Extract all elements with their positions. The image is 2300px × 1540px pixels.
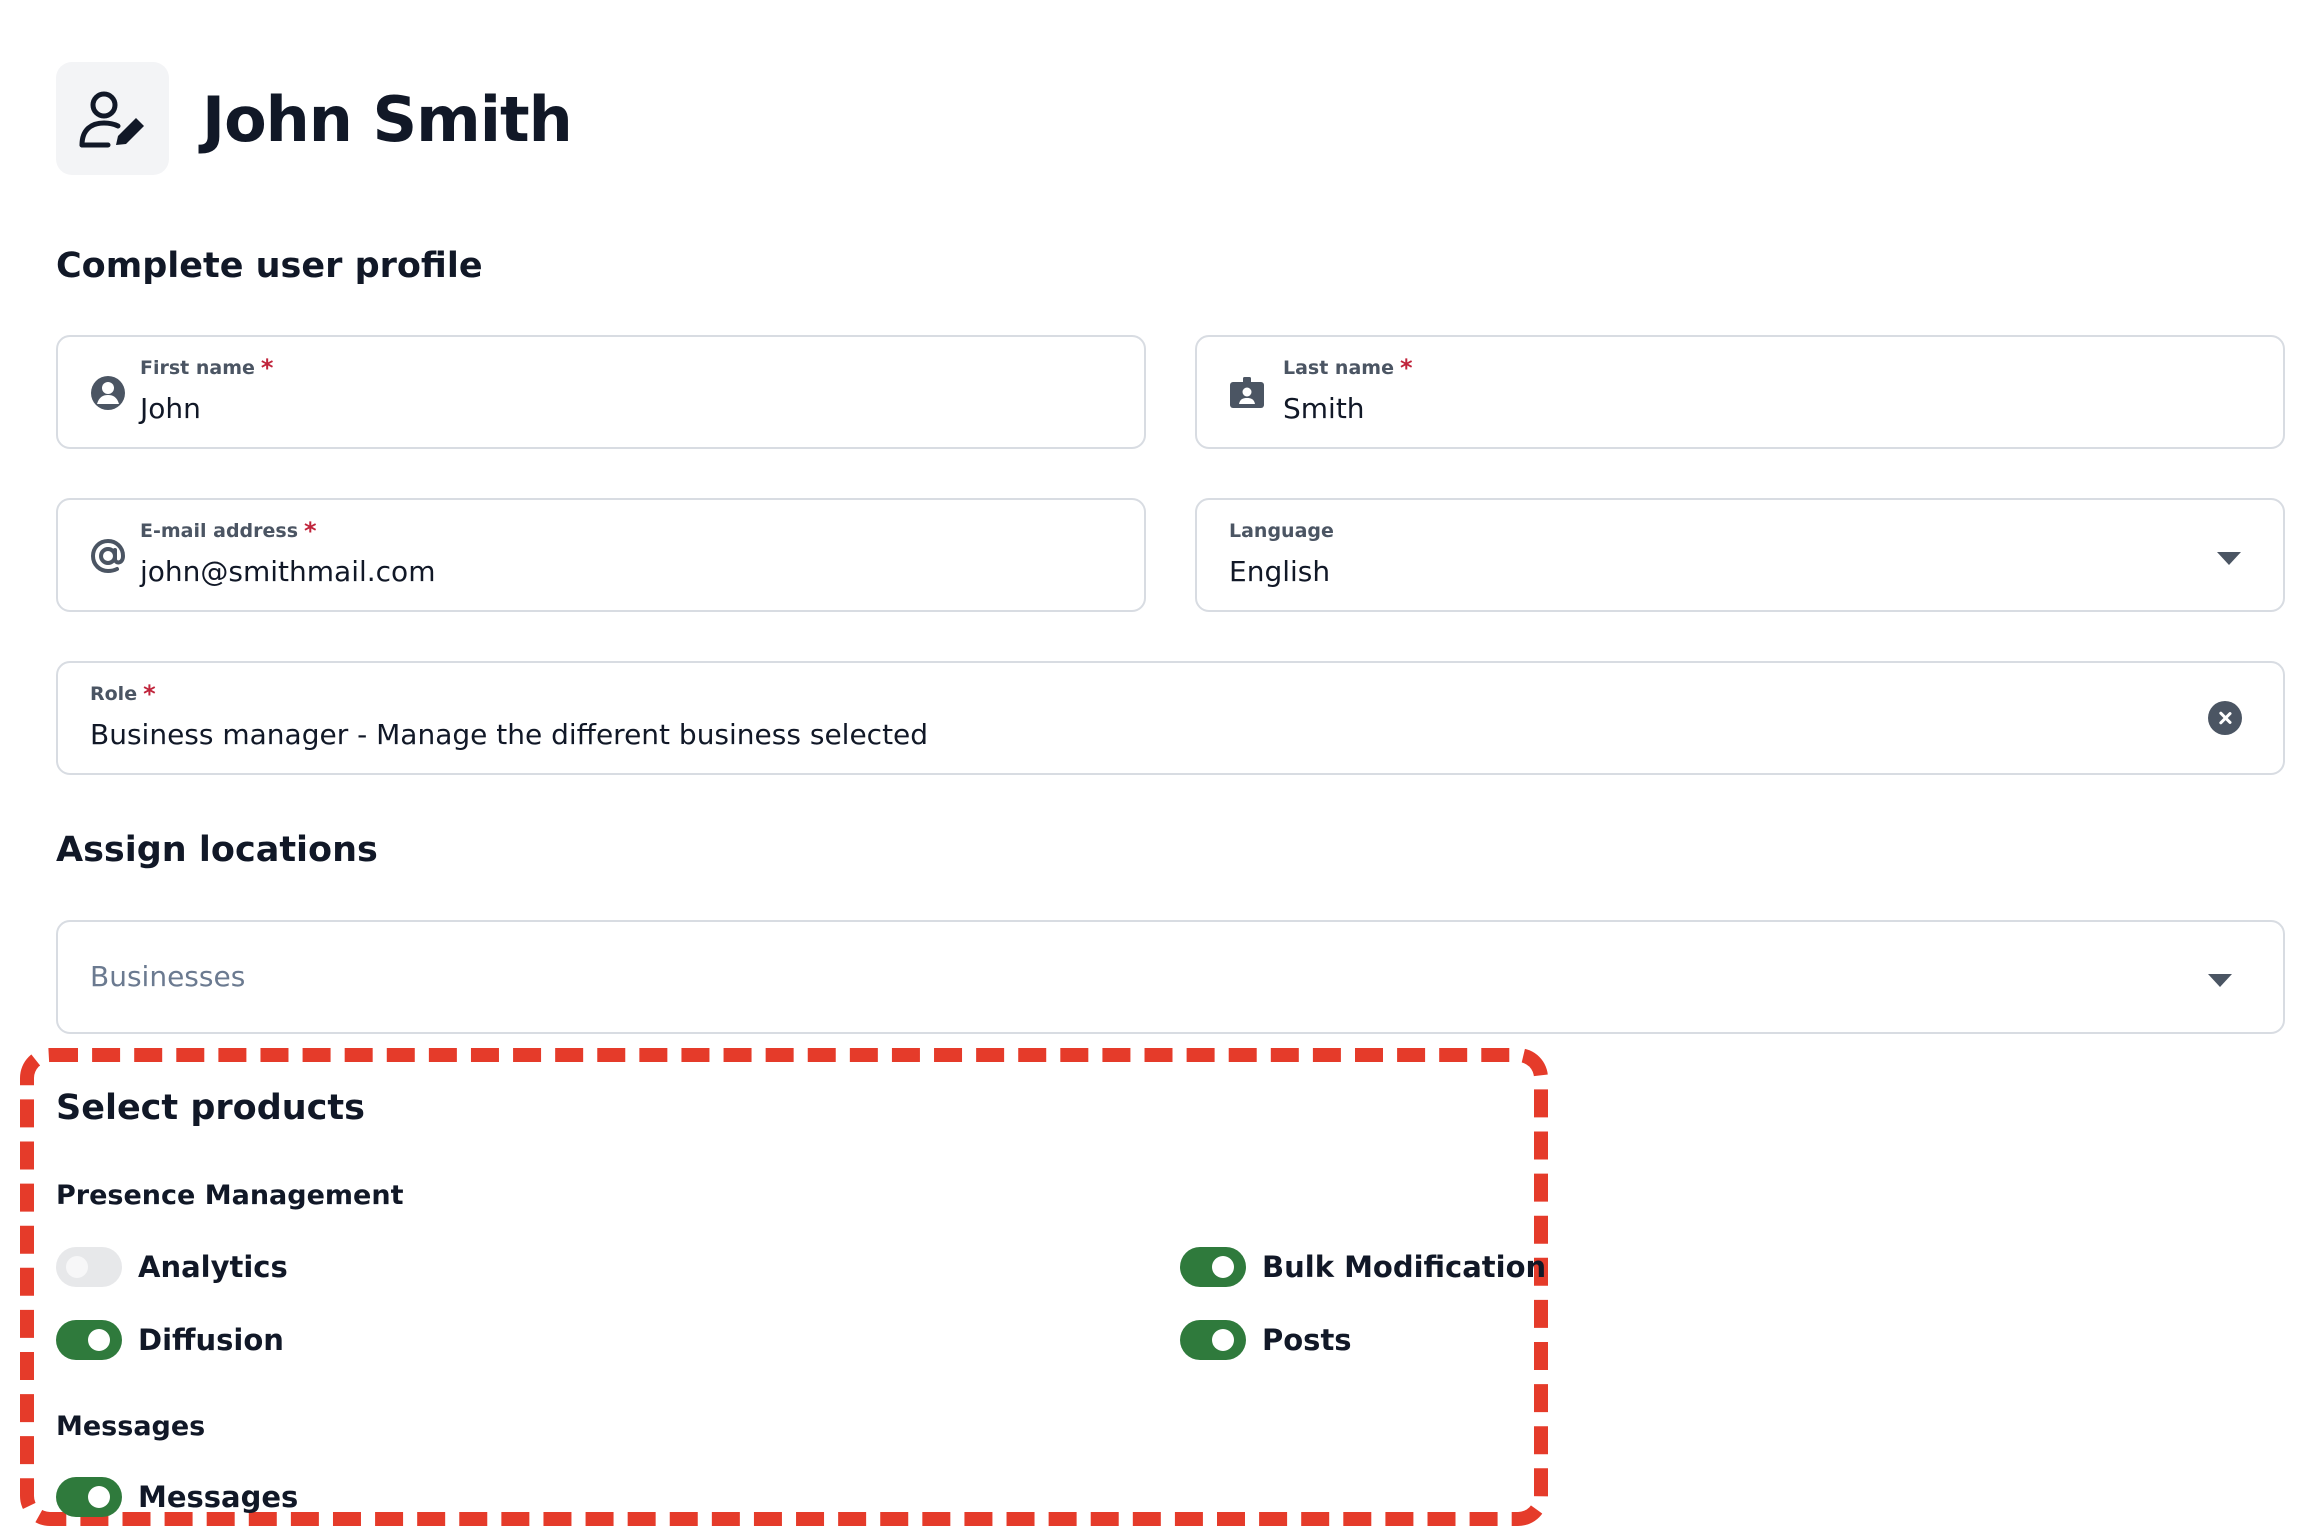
role-value: Business manager - Manage the different … — [90, 718, 929, 751]
clear-icon[interactable] — [2208, 701, 2242, 735]
user-circle-icon — [91, 376, 125, 410]
profile-section-title: Complete user profile — [56, 246, 483, 286]
products-section-title: Select products — [56, 1088, 365, 1128]
first-name-label: First name * — [140, 354, 274, 382]
language-select[interactable]: Language English — [1195, 498, 2285, 612]
last-name-value[interactable]: Smith — [1283, 391, 1365, 427]
toggle-label-diffusion: Diffusion — [138, 1323, 284, 1357]
toggle-label-messages: Messages — [138, 1480, 299, 1514]
businesses-select[interactable]: Businesses — [56, 920, 2285, 1034]
toggle-bulk-modification[interactable] — [1180, 1247, 1246, 1287]
locations-section-title: Assign locations — [56, 830, 378, 870]
toggle-label-analytics: Analytics — [138, 1250, 288, 1284]
toggle-posts[interactable] — [1180, 1320, 1246, 1360]
toggle-analytics[interactable] — [56, 1247, 122, 1287]
group-title-presence: Presence Management — [56, 1180, 404, 1211]
id-badge-icon — [1230, 377, 1264, 408]
required-asterisk: * — [1399, 354, 1413, 382]
user-edit-icon — [79, 91, 144, 147]
toggle-knob — [88, 1329, 110, 1351]
group-title-messages: Messages — [56, 1411, 206, 1442]
last-name-label: Last name * — [1283, 354, 1413, 382]
email-field[interactable]: E-mail address * john@smithmail.com — [56, 498, 1146, 612]
toggle-label-bulk-modification: Bulk Modification — [1262, 1250, 1547, 1284]
toggle-diffusion[interactable] — [56, 1320, 122, 1360]
email-value[interactable]: john@smithmail.com — [140, 554, 435, 590]
language-label: Language — [1229, 520, 1334, 542]
role-field[interactable]: Role * Business manager - Manage the diff… — [56, 661, 2285, 775]
chevron-down-icon[interactable] — [2217, 552, 2241, 565]
toggle-knob — [88, 1486, 110, 1508]
required-asterisk: * — [143, 680, 156, 708]
page-title: John Smith — [202, 83, 573, 156]
required-asterisk: * — [260, 354, 274, 382]
businesses-placeholder: Businesses — [90, 960, 246, 993]
toggle-knob — [1212, 1329, 1234, 1351]
user-avatar — [56, 62, 169, 175]
language-value: English — [1229, 555, 1331, 588]
toggle-knob — [66, 1256, 88, 1278]
first-name-value[interactable]: John — [140, 391, 201, 427]
role-label: Role * — [90, 680, 156, 708]
first-name-field[interactable]: First name * John — [56, 335, 1146, 449]
last-name-field[interactable]: Last name * Smith — [1195, 335, 2285, 449]
toggle-knob — [1212, 1256, 1234, 1278]
email-label: E-mail address * — [140, 517, 317, 545]
toggle-messages[interactable] — [56, 1477, 122, 1517]
chevron-down-icon[interactable] — [2208, 974, 2232, 987]
toggle-label-posts: Posts — [1262, 1323, 1352, 1357]
required-asterisk: * — [304, 517, 317, 545]
at-sign-icon — [90, 538, 126, 574]
